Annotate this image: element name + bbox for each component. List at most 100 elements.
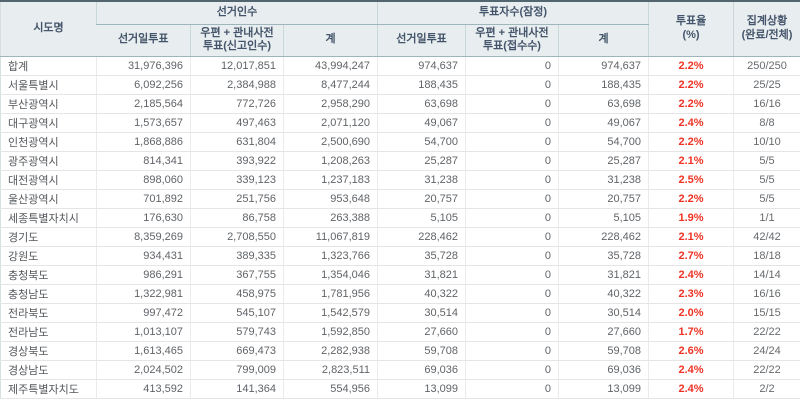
cell-sido: 세종특별자치시 <box>1 209 97 228</box>
cell-electors-mail: 545,107 <box>191 304 284 323</box>
cell-voters-day: 54,700 <box>378 133 466 152</box>
cell-sido: 경상북도 <box>1 342 97 361</box>
table-row: 전라북도997,472545,1071,542,57930,514030,514… <box>1 304 800 323</box>
cell-electors-mail: 497,463 <box>191 114 284 133</box>
cell-electors-mail: 141,364 <box>191 380 284 399</box>
cell-voters-day: 40,322 <box>378 285 466 304</box>
cell-turnout: 1.7% <box>649 323 734 342</box>
table-row: 대전광역시898,060339,1231,237,18331,238031,23… <box>1 171 800 190</box>
cell-voters-day: 228,462 <box>378 228 466 247</box>
cell-voters-mail: 0 <box>466 76 559 95</box>
cell-electors-mail: 631,804 <box>191 133 284 152</box>
cell-voters-mail: 0 <box>466 133 559 152</box>
cell-electors-day: 2,024,502 <box>97 361 191 380</box>
cell-turnout: 2.2% <box>649 190 734 209</box>
cell-electors-total: 2,071,120 <box>284 114 378 133</box>
table-row: 세종특별자치시176,63086,758263,3885,10505,1051.… <box>1 209 800 228</box>
cell-electors-mail: 393,922 <box>191 152 284 171</box>
cell-voters-mail: 0 <box>466 266 559 285</box>
cell-electors-day: 997,472 <box>97 304 191 323</box>
cell-voters-total: 31,238 <box>559 171 649 190</box>
cell-turnout: 2.1% <box>649 228 734 247</box>
cell-electors-day: 6,092,256 <box>97 76 191 95</box>
cell-voters-total: 5,105 <box>559 209 649 228</box>
cell-voters-mail: 0 <box>466 285 559 304</box>
cell-voters-day: 25,287 <box>378 152 466 171</box>
cell-electors-total: 2,500,690 <box>284 133 378 152</box>
cell-sido: 경기도 <box>1 228 97 247</box>
cell-sido: 대구광역시 <box>1 114 97 133</box>
cell-sido: 합계 <box>1 57 97 76</box>
cell-status: 22/22 <box>734 323 800 342</box>
cell-electors-total: 1,354,046 <box>284 266 378 285</box>
cell-voters-total: 59,708 <box>559 342 649 361</box>
cell-electors-mail: 12,017,851 <box>191 57 284 76</box>
cell-voters-total: 63,698 <box>559 95 649 114</box>
cell-status: 14/14 <box>734 266 800 285</box>
cell-turnout: 1.9% <box>649 209 734 228</box>
cell-electors-total: 554,956 <box>284 380 378 399</box>
cell-sido: 충청남도 <box>1 285 97 304</box>
cell-electors-total: 43,994,247 <box>284 57 378 76</box>
table-row: 경상남도2,024,502799,0092,823,51169,036069,0… <box>1 361 800 380</box>
header-voters-group: 투표자수(잠정) <box>378 1 649 24</box>
cell-status: 15/15 <box>734 304 800 323</box>
cell-turnout: 2.1% <box>649 152 734 171</box>
cell-sido: 광주광역시 <box>1 152 97 171</box>
cell-voters-mail: 0 <box>466 304 559 323</box>
cell-electors-total: 1,208,263 <box>284 152 378 171</box>
cell-voters-mail: 0 <box>466 95 559 114</box>
header-turnout-line1: 투표율 <box>651 15 731 29</box>
table-row: 합계31,976,39612,017,85143,994,247974,6370… <box>1 57 800 76</box>
cell-electors-day: 1,322,981 <box>97 285 191 304</box>
cell-electors-total: 1,592,850 <box>284 323 378 342</box>
cell-voters-day: 188,435 <box>378 76 466 95</box>
cell-status: 2/2 <box>734 380 800 399</box>
table-row: 경상북도1,613,465669,4732,282,93859,708059,7… <box>1 342 800 361</box>
cell-electors-total: 2,282,938 <box>284 342 378 361</box>
turnout-page: 시도명 선거인수 투표자수(잠정) 투표율 (%) 집계상황 (완료/전체) 선… <box>0 0 800 399</box>
cell-status: 5/5 <box>734 152 800 171</box>
cell-turnout: 2.0% <box>649 304 734 323</box>
cell-voters-day: 63,698 <box>378 95 466 114</box>
cell-voters-total: 35,728 <box>559 247 649 266</box>
cell-sido: 부산광역시 <box>1 95 97 114</box>
cell-status: 25/25 <box>734 76 800 95</box>
cell-voters-mail: 0 <box>466 57 559 76</box>
cell-electors-mail: 389,335 <box>191 247 284 266</box>
table-row: 서울특별시6,092,2562,384,9888,477,244188,4350… <box>1 76 800 95</box>
cell-voters-mail: 0 <box>466 323 559 342</box>
cell-electors-total: 1,237,183 <box>284 171 378 190</box>
turnout-table: 시도명 선거인수 투표자수(잠정) 투표율 (%) 집계상황 (완료/전체) 선… <box>0 0 800 399</box>
cell-sido: 경상남도 <box>1 361 97 380</box>
cell-turnout: 2.7% <box>649 247 734 266</box>
cell-voters-day: 59,708 <box>378 342 466 361</box>
cell-voters-total: 49,067 <box>559 114 649 133</box>
table-row: 대구광역시1,573,657497,4632,071,12049,067049,… <box>1 114 800 133</box>
cell-electors-day: 814,341 <box>97 152 191 171</box>
cell-electors-day: 1,613,465 <box>97 342 191 361</box>
cell-voters-day: 31,821 <box>378 266 466 285</box>
cell-electors-mail: 86,758 <box>191 209 284 228</box>
cell-electors-day: 176,630 <box>97 209 191 228</box>
cell-electors-day: 31,976,396 <box>97 57 191 76</box>
header-turnout-line2: (%) <box>651 29 731 43</box>
cell-electors-day: 2,185,564 <box>97 95 191 114</box>
cell-voters-mail: 0 <box>466 114 559 133</box>
cell-voters-mail: 0 <box>466 209 559 228</box>
header-voters-election-day: 선거일투표 <box>378 24 466 57</box>
cell-voters-mail: 0 <box>466 152 559 171</box>
table-row: 충청북도986,291367,7551,354,04631,821031,821… <box>1 266 800 285</box>
table-row: 울산광역시701,892251,756953,64820,757020,7572… <box>1 190 800 209</box>
cell-electors-total: 953,648 <box>284 190 378 209</box>
header-turnout: 투표율 (%) <box>649 1 734 57</box>
cell-electors-day: 934,431 <box>97 247 191 266</box>
header-voters-mail-pre: 우편 + 관내사전 투표(접수수) <box>466 24 559 57</box>
cell-sido: 전라북도 <box>1 304 97 323</box>
table-header: 시도명 선거인수 투표자수(잠정) 투표율 (%) 집계상황 (완료/전체) 선… <box>1 1 800 57</box>
cell-voters-day: 49,067 <box>378 114 466 133</box>
header-electors-mail-pre: 우편 + 관내사전 투표(신고인수) <box>191 24 284 57</box>
cell-status: 10/10 <box>734 133 800 152</box>
cell-turnout: 2.2% <box>649 57 734 76</box>
cell-turnout: 2.2% <box>649 133 734 152</box>
